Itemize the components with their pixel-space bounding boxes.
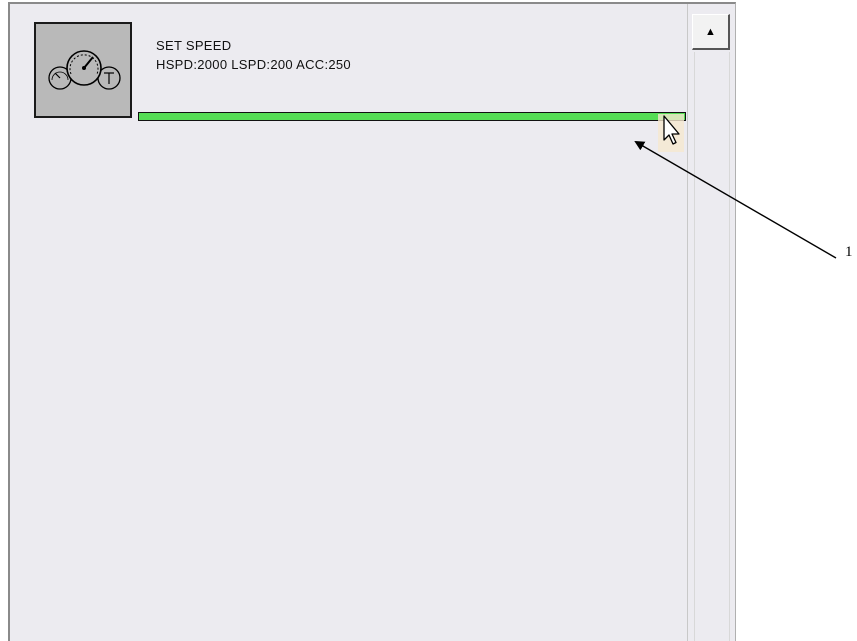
progress-fill [139, 113, 685, 120]
command-parameters: HSPD:2000 LSPD:200 ACC:250 [156, 57, 351, 72]
scroll-up-button[interactable]: ▲ [692, 14, 730, 50]
speed-gauges-icon [34, 22, 132, 118]
command-progress-bar [138, 112, 686, 121]
scroll-track[interactable] [694, 52, 730, 641]
command-list-panel: SET SPEED HSPD:2000 LSPD:200 ACC:250 ▲ [8, 2, 736, 641]
triangle-up-icon: ▲ [705, 25, 716, 38]
command-list[interactable]: SET SPEED HSPD:2000 LSPD:200 ACC:250 [10, 4, 687, 641]
mouse-pointer-icon [658, 114, 686, 154]
command-title: SET SPEED [156, 38, 232, 53]
vertical-scrollbar[interactable]: ▲ [687, 4, 733, 641]
callout-label: 1 [845, 244, 853, 260]
